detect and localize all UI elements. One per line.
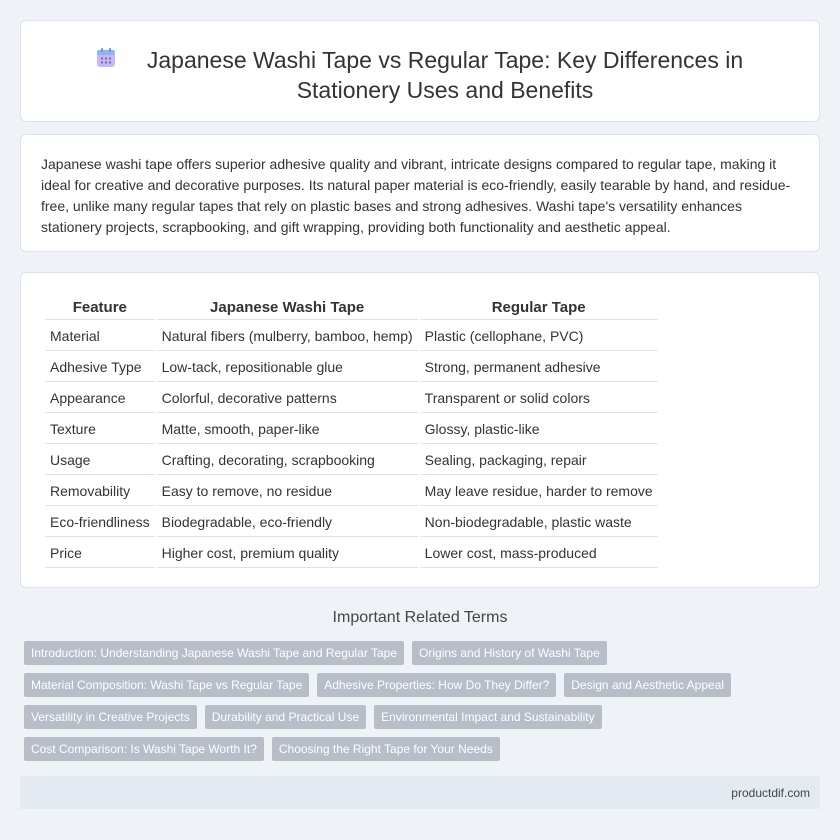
tag-row: Material Composition: Washi Tape vs Regu… xyxy=(24,673,814,697)
column-header-feature: Feature xyxy=(45,297,155,320)
related-term-tag[interactable]: Cost Comparison: Is Washi Tape Worth It? xyxy=(24,737,264,761)
related-term-tag[interactable]: Origins and History of Washi Tape xyxy=(412,641,607,665)
regular-cell: Plastic (cellophane, PVC) xyxy=(419,322,658,351)
regular-cell: Lower cost, mass-produced xyxy=(419,539,658,568)
regular-cell: Non-biodegradable, plastic waste xyxy=(419,508,658,537)
table-row: Appearance Colorful, decorative patterns… xyxy=(45,384,658,413)
feature-cell: Material xyxy=(45,322,155,351)
table-row: Adhesive Type Low-tack, repositionable g… xyxy=(45,353,658,382)
page-title: Japanese Washi Tape vs Regular Tape: Key… xyxy=(146,47,744,103)
washi-cell: Low-tack, repositionable glue xyxy=(156,353,418,382)
washi-cell: Easy to remove, no residue xyxy=(156,477,418,506)
feature-cell: Eco-friendliness xyxy=(45,508,155,537)
table-row: Eco-friendliness Biodegradable, eco-frie… xyxy=(45,508,658,537)
related-terms-title: Important Related Terms xyxy=(332,609,508,626)
feature-cell: Usage xyxy=(45,446,155,475)
regular-cell: Sealing, packaging, repair xyxy=(419,446,658,475)
table-row: Usage Crafting, decorating, scrapbooking… xyxy=(45,446,658,475)
regular-cell: Strong, permanent adhesive xyxy=(419,353,658,382)
tag-row: Cost Comparison: Is Washi Tape Worth It?… xyxy=(24,737,814,761)
washi-cell: Matte, smooth, paper-like xyxy=(156,415,418,444)
feature-cell: Price xyxy=(45,539,155,568)
comparison-table-card: Feature Japanese Washi Tape Regular Tape… xyxy=(20,272,820,588)
footer: productdif.com xyxy=(20,776,820,809)
feature-cell: Texture xyxy=(45,415,155,444)
table-row: Removability Easy to remove, no residue … xyxy=(45,477,658,506)
related-term-tag[interactable]: Durability and Practical Use xyxy=(204,705,367,729)
related-term-tag[interactable]: Material Composition: Washi Tape vs Regu… xyxy=(24,673,310,697)
regular-cell: Transparent or solid colors xyxy=(419,384,658,413)
header-card: Japanese Washi Tape vs Regular Tape: Key… xyxy=(20,20,820,122)
comparison-table: Feature Japanese Washi Tape Regular Tape… xyxy=(43,295,660,570)
washi-cell: Biodegradable, eco-friendly xyxy=(156,508,418,537)
related-terms-list: Introduction: Understanding Japanese Was… xyxy=(24,641,814,769)
tag-row: Versatility in Creative Projects Durabil… xyxy=(24,705,814,729)
feature-cell: Removability xyxy=(45,477,155,506)
regular-cell: May leave residue, harder to remove xyxy=(419,477,658,506)
column-header-regular: Regular Tape xyxy=(419,297,658,320)
site-credit[interactable]: productdif.com xyxy=(731,786,810,800)
tag-row: Introduction: Understanding Japanese Was… xyxy=(24,641,814,665)
washi-cell: Natural fibers (mulberry, bamboo, hemp) xyxy=(156,322,418,351)
related-term-tag[interactable]: Environmental Impact and Sustainability xyxy=(374,705,602,729)
washi-cell: Crafting, decorating, scrapbooking xyxy=(156,446,418,475)
summary-card: Japanese washi tape offers superior adhe… xyxy=(20,134,820,252)
table-header-row: Feature Japanese Washi Tape Regular Tape xyxy=(45,297,658,320)
column-header-washi: Japanese Washi Tape xyxy=(156,297,418,320)
summary-text: Japanese washi tape offers superior adhe… xyxy=(41,156,791,235)
table-row: Price Higher cost, premium quality Lower… xyxy=(45,539,658,568)
table-row: Material Natural fibers (mulberry, bambo… xyxy=(45,322,658,351)
related-term-tag[interactable]: Design and Aesthetic Appeal xyxy=(564,673,732,697)
washi-cell: Colorful, decorative patterns xyxy=(156,384,418,413)
feature-cell: Adhesive Type xyxy=(45,353,155,382)
table-row: Texture Matte, smooth, paper-like Glossy… xyxy=(45,415,658,444)
related-term-tag[interactable]: Introduction: Understanding Japanese Was… xyxy=(24,641,405,665)
feature-cell: Appearance xyxy=(45,384,155,413)
related-term-tag[interactable]: Adhesive Properties: How Do They Differ? xyxy=(317,673,557,697)
related-term-tag[interactable]: Choosing the Right Tape for Your Needs xyxy=(271,737,500,761)
related-term-tag[interactable]: Versatility in Creative Projects xyxy=(24,705,197,729)
regular-cell: Glossy, plastic-like xyxy=(419,415,658,444)
washi-cell: Higher cost, premium quality xyxy=(156,539,418,568)
